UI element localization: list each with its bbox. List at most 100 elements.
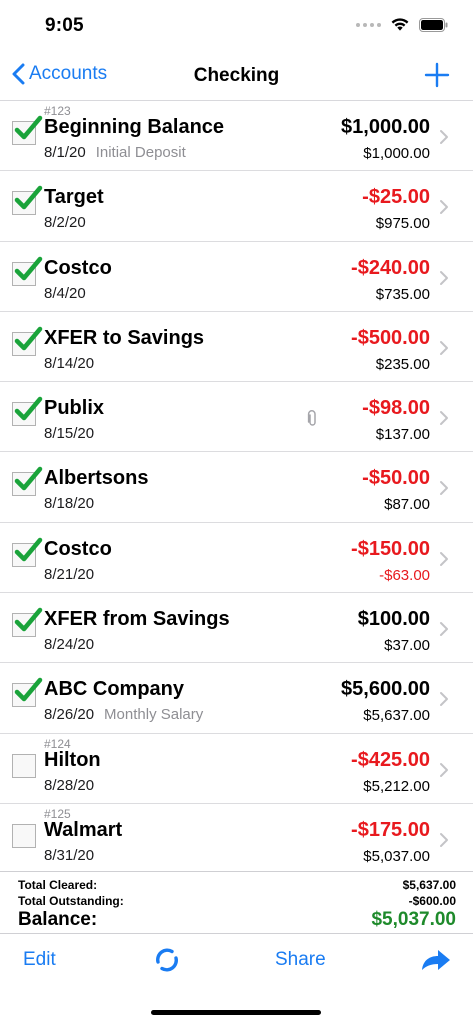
transaction-row[interactable]: Costco 8/4/20 -$240.00 $735.00 xyxy=(0,242,473,312)
transaction-row[interactable]: Costco 8/21/20 -$150.00 -$63.00 xyxy=(0,523,473,594)
checkmark-icon xyxy=(14,115,43,140)
total-outstanding-line: Total Outstanding: -$600.00 xyxy=(18,894,456,908)
transaction-row[interactable]: #123 Beginning Balance 8/1/20 Initial Dep… xyxy=(0,101,473,172)
cleared-checkbox[interactable] xyxy=(12,753,38,780)
totals-summary: Total Cleared: $5,637.00 Total Outstandi… xyxy=(0,871,473,933)
transaction-amount: -$175.00 xyxy=(351,818,430,841)
cleared-checkbox[interactable] xyxy=(12,186,43,217)
transaction-amount: -$150.00 xyxy=(351,537,430,560)
status-bar: 9:05 xyxy=(0,0,473,50)
transaction-memo: Monthly Salary xyxy=(104,706,204,724)
checkmark-icon xyxy=(14,396,43,421)
transaction-date: 8/21/20 xyxy=(44,566,94,583)
running-balance: $5,037.00 xyxy=(363,847,430,865)
edit-button[interactable]: Edit xyxy=(23,949,56,971)
back-button-label: Accounts xyxy=(29,63,108,84)
transaction-amount: $1,000.00 xyxy=(341,116,430,138)
transaction-date-text: 8/15/20 xyxy=(44,425,95,443)
transaction-date-text: 8/2/20 xyxy=(44,214,86,232)
payee-name: Costco xyxy=(44,256,112,279)
home-indicator xyxy=(151,1010,321,1015)
payee-name: Target xyxy=(44,186,104,209)
transaction-date: 8/2/20 xyxy=(44,214,86,231)
cleared-checkbox[interactable] xyxy=(12,326,43,358)
paperclip-icon xyxy=(307,410,316,426)
chevron-right-icon xyxy=(440,340,448,355)
sync-icon[interactable] xyxy=(153,946,181,974)
transaction-date-text: 8/31/20 xyxy=(44,846,95,864)
transaction-date: 8/14/20 xyxy=(44,355,94,372)
back-button[interactable]: Accounts xyxy=(12,63,107,85)
transaction-date-text: 8/24/20 xyxy=(44,636,95,654)
cleared-checkbox[interactable] xyxy=(12,537,43,569)
transaction-date-text: 8/4/20 xyxy=(44,284,86,302)
running-balance: $235.00 xyxy=(375,355,430,373)
running-balance: $137.00 xyxy=(375,426,430,444)
transaction-row[interactable]: Publix 8/15/20 -$98.00 $137.00 xyxy=(0,382,473,453)
payee-name: Costco xyxy=(44,537,112,560)
transaction-date-text: 8/1/20 xyxy=(44,144,86,161)
checkmark-icon xyxy=(14,607,43,632)
transaction-row[interactable]: Target 8/2/20 -$25.00 $975.00 xyxy=(0,171,473,242)
total-outstanding-value: -$600.00 xyxy=(408,894,456,908)
transaction-memo: Initial Deposit xyxy=(95,144,186,161)
chevron-right-icon xyxy=(440,200,448,215)
transaction-row[interactable]: XFER from Savings 8/24/20 $100.00 $37.00 xyxy=(0,593,473,664)
chevron-right-icon xyxy=(440,130,448,144)
transaction-date: 8/15/20 xyxy=(44,425,94,442)
transaction-amount: $100.00 xyxy=(357,608,430,631)
cleared-checkbox[interactable] xyxy=(12,396,43,428)
running-balance: $1,000.00 xyxy=(363,145,430,162)
transaction-amount: -$425.00 xyxy=(351,748,430,771)
transaction-date: 8/26/20 Monthly Salary xyxy=(44,706,203,723)
transaction-row[interactable]: #125 Walmart 8/31/20 -$175.00 $5,037.00 xyxy=(0,804,473,874)
running-balance: $87.00 xyxy=(384,496,430,514)
running-balance: -$63.00 xyxy=(379,566,430,584)
chevron-right-icon xyxy=(440,622,448,637)
chevron-right-icon xyxy=(440,832,448,847)
cleared-checkbox[interactable] xyxy=(12,823,38,850)
cleared-checkbox[interactable] xyxy=(12,115,43,147)
plus-icon[interactable] xyxy=(423,61,451,89)
total-cleared-label: Total Cleared: xyxy=(18,878,98,892)
share-button[interactable]: Share xyxy=(275,949,326,971)
status-time: 9:05 xyxy=(45,15,84,36)
checkbox-box xyxy=(12,753,36,778)
cleared-checkbox[interactable] xyxy=(12,467,43,498)
payee-name: ABC Company xyxy=(44,678,185,701)
chevron-right-icon xyxy=(440,551,448,566)
balance-label: Balance: xyxy=(18,909,98,930)
transaction-date: 8/4/20 xyxy=(44,285,86,302)
transaction-date-text: 8/14/20 xyxy=(44,354,95,372)
cleared-checkbox[interactable] xyxy=(12,678,43,709)
chevron-right-icon xyxy=(440,762,448,777)
payee-name: Hilton xyxy=(44,748,101,771)
cleared-checkbox[interactable] xyxy=(12,256,43,288)
transaction-row[interactable]: ABC Company 8/26/20 Monthly Salary $5,600… xyxy=(0,663,473,734)
total-cleared-value: $5,637.00 xyxy=(402,878,456,892)
navigation-bar: Accounts Checking xyxy=(0,50,473,100)
running-balance: $735.00 xyxy=(375,285,430,303)
checkmark-icon xyxy=(14,678,43,702)
transaction-date-text: 8/28/20 xyxy=(44,776,95,794)
chevron-left-icon xyxy=(12,63,25,85)
transaction-row[interactable]: XFER to Savings 8/14/20 -$500.00 $235.00 xyxy=(0,312,473,383)
transaction-date-text: 8/26/20 xyxy=(44,706,95,724)
payee-name: Albertsons xyxy=(44,467,149,490)
transaction-row[interactable]: #124 Hilton 8/28/20 -$425.00 $5,212.00 xyxy=(0,734,473,804)
forward-arrow-icon[interactable] xyxy=(420,948,452,972)
payee-name: XFER to Savings xyxy=(44,326,205,349)
running-balance: $975.00 xyxy=(375,215,430,233)
checkmark-icon xyxy=(14,326,43,351)
battery-icon xyxy=(419,17,448,32)
wifi-icon xyxy=(391,18,409,31)
transaction-amount: -$50.00 xyxy=(362,467,430,490)
transaction-row[interactable]: Albertsons 8/18/20 -$50.00 $87.00 xyxy=(0,452,473,523)
transaction-date: 8/1/20 Initial Deposit xyxy=(44,144,186,161)
total-outstanding-label: Total Outstanding: xyxy=(18,894,124,908)
cleared-checkbox[interactable] xyxy=(12,607,43,639)
payee-name: Publix xyxy=(44,397,105,420)
cellular-signal-icon xyxy=(356,22,381,27)
payee-name: Beginning Balance xyxy=(44,116,225,138)
transaction-date-text: 8/21/20 xyxy=(44,565,95,583)
